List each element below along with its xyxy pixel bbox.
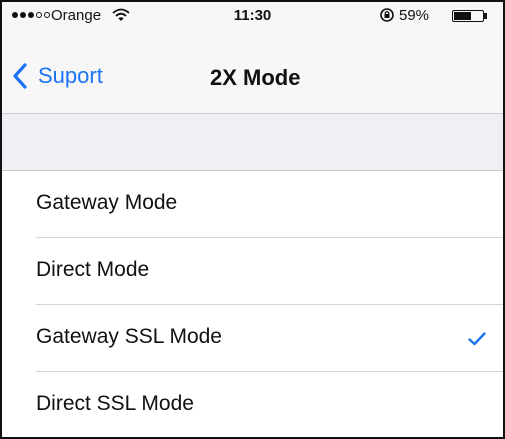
list-item-direct-mode[interactable]: Direct Mode <box>2 238 503 305</box>
list-item-label: Gateway Mode <box>36 191 178 214</box>
battery-percentage: 59% <box>399 7 430 24</box>
section-spacer <box>2 114 503 171</box>
status-bar: Orange 11:30 59% <box>2 2 503 30</box>
chevron-left-icon <box>13 63 27 89</box>
list-item-label: Direct SSL Mode <box>36 392 194 415</box>
list-item-gateway-ssl-mode[interactable]: Gateway SSL Mode <box>2 305 503 372</box>
battery-icon <box>452 10 484 22</box>
list-item-gateway-mode[interactable]: Gateway Mode <box>2 171 503 238</box>
checkmark-icon <box>468 332 486 346</box>
navigation-bar: Suport 2X Mode <box>2 30 503 114</box>
mode-list: Gateway Mode Direct Mode Gateway SSL Mod… <box>2 171 503 437</box>
battery-tip <box>484 13 487 19</box>
list-item-label: Gateway SSL Mode <box>36 325 222 348</box>
back-button[interactable]: Suport <box>10 62 103 90</box>
page-title: 2X Mode <box>210 65 301 90</box>
battery-level <box>454 12 471 20</box>
rotation-lock-icon <box>380 8 394 22</box>
list-item-label: Direct Mode <box>36 258 150 281</box>
phone-screen: Orange 11:30 59% Suport 2X Mode Gateway … <box>0 0 505 439</box>
list-item-direct-ssl-mode[interactable]: Direct SSL Mode <box>2 372 503 437</box>
back-button-label: Suport <box>38 63 103 88</box>
